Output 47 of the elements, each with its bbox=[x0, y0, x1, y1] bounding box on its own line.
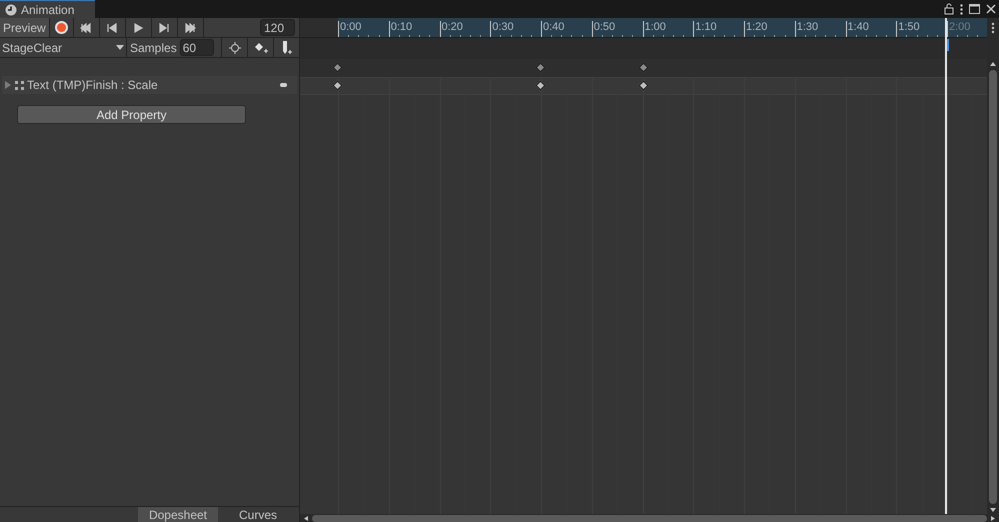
scroll-up-icon[interactable] bbox=[987, 60, 999, 68]
view-tab[interactable]: Dopesheet bbox=[138, 507, 218, 522]
time-label: 1:10 bbox=[695, 21, 717, 33]
marker-plus-icon bbox=[280, 40, 292, 54]
crosshair-icon bbox=[228, 42, 240, 54]
frame-field[interactable]: 120 bbox=[260, 19, 295, 36]
dots-icon bbox=[15, 80, 24, 90]
property-row[interactable]: Text (TMP)Finish : Scale bbox=[2, 76, 297, 94]
preview-button[interactable]: Preview bbox=[0, 18, 50, 37]
time-label: 1:30 bbox=[796, 21, 818, 33]
add-property-button[interactable]: Add Property bbox=[17, 105, 246, 124]
time-label: 0:30 bbox=[492, 21, 514, 33]
time-label: 2:00 bbox=[949, 21, 970, 33]
next-frame-icon bbox=[158, 22, 170, 34]
playhead-line[interactable] bbox=[944, 18, 947, 514]
window-tab[interactable]: Animation bbox=[0, 0, 95, 18]
play-icon bbox=[132, 22, 144, 34]
timeline-canvas[interactable]: 0:00 0:10 0:20 0:30 0:40 0:50 1:00 1:10 1:20 1:30 1:40 1:50 2:00 bbox=[300, 18, 987, 514]
time-label: 0:40 bbox=[543, 21, 564, 33]
previous-frame-icon bbox=[106, 22, 118, 34]
caret-icon bbox=[116, 45, 124, 50]
time-label: 0:10 bbox=[390, 21, 412, 33]
time-label: 1:00 bbox=[644, 21, 666, 33]
samples-label: Samples bbox=[129, 40, 178, 56]
samples-field[interactable]: 60 bbox=[180, 39, 214, 56]
horizontal-scrollbar-thumb[interactable] bbox=[312, 514, 987, 522]
time-label: 1:20 bbox=[746, 21, 768, 33]
maximize-icon[interactable] bbox=[969, 4, 980, 14]
property-label: Text (TMP)Finish : Scale bbox=[27, 77, 159, 94]
time-label: 1:40 bbox=[848, 21, 869, 33]
diamond-plus-icon bbox=[254, 42, 268, 54]
property-track[interactable] bbox=[300, 77, 987, 95]
time-label: 0:50 bbox=[594, 21, 616, 33]
first-frame-icon bbox=[80, 22, 92, 34]
clip-dropdown[interactable]: StageClear bbox=[0, 38, 127, 57]
clock-icon bbox=[5, 4, 17, 16]
expand-arrow-icon[interactable] bbox=[5, 81, 12, 89]
vertical-scrollbar-thumb[interactable] bbox=[989, 70, 997, 504]
time-label: 1:50 bbox=[898, 21, 920, 33]
close-icon[interactable] bbox=[986, 4, 996, 14]
last-frame-icon bbox=[184, 22, 196, 34]
time-ruler[interactable] bbox=[338, 18, 987, 38]
time-label: 0:00 bbox=[340, 21, 362, 33]
summary-track[interactable] bbox=[300, 59, 987, 77]
more-icon[interactable] bbox=[960, 4, 963, 14]
lock-icon[interactable] bbox=[944, 3, 954, 15]
time-label: 0:20 bbox=[442, 21, 463, 33]
